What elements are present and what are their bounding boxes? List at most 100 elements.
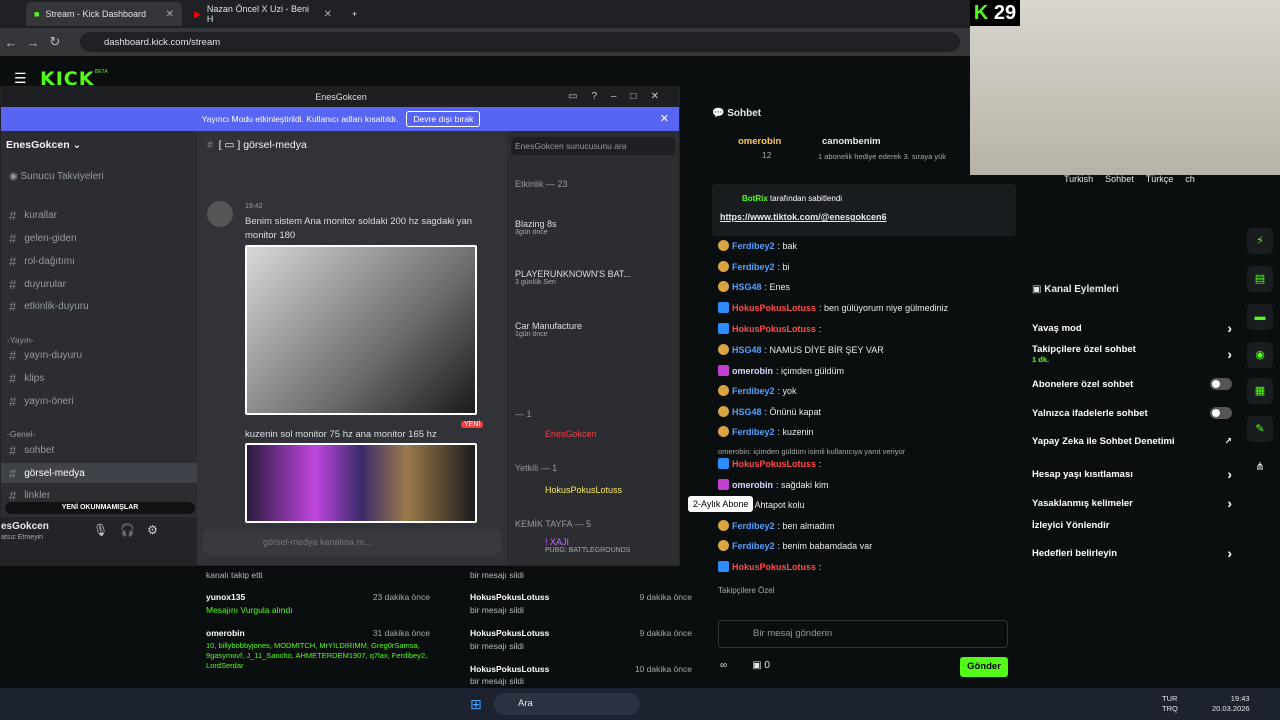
chat-username[interactable]: Ferdibey2 <box>732 262 775 272</box>
chat-username[interactable]: Ferdibey2 <box>732 386 775 396</box>
followers-only-row[interactable]: Takipçilere özel sohbet 1 dk. › <box>1032 344 1232 364</box>
clock[interactable]: 19:43 20.03.2026 <box>1212 694 1250 714</box>
feed-user[interactable]: yunox135 <box>206 592 245 602</box>
disable-streamer-mode-button[interactable]: Devre dışı bırak <box>406 111 481 127</box>
channel-etkinlik-duyuru[interactable]: # etkinlik-duyuru <box>1 296 197 316</box>
chat-icon[interactable]: ▬ <box>1247 304 1273 330</box>
badge-icon[interactable] <box>718 323 729 334</box>
back-icon[interactable]: ← <box>0 35 22 50</box>
layout-icon[interactable]: ▦ <box>1247 378 1273 404</box>
slow-mode-row[interactable]: Yavaş mod › <box>1032 320 1232 336</box>
banned-words-row[interactable]: Yasaklanmış kelimeler › <box>1032 495 1232 511</box>
close-icon[interactable]: ✕ <box>660 112 669 125</box>
chat-username[interactable]: HSG48 <box>732 282 762 292</box>
pinned-link[interactable]: https://www.tiktok.com/@enesgokcen6 <box>720 212 886 222</box>
channel-gelen-giden[interactable]: # gelen-giden <box>1 228 197 248</box>
chat-username[interactable]: Ferdibey2 <box>732 241 775 251</box>
taskbar-search[interactable]: Ara <box>494 693 640 715</box>
member-item[interactable]: HokusPokusLotuss <box>515 485 675 495</box>
chat-username[interactable]: HokusPokusLotuss <box>732 562 816 572</box>
search-input[interactable]: EnesGokcen sunucusunu ara <box>511 137 675 155</box>
tag[interactable]: Turkish <box>1064 174 1093 184</box>
chat-username[interactable]: HokusPokusLotuss <box>732 303 816 313</box>
close-icon[interactable]: ✕ <box>166 9 174 20</box>
member-item[interactable]: EnesGokcen <box>515 429 675 439</box>
feed-user[interactable]: HokusPokusLotuss <box>470 664 549 674</box>
ai-moderation-row[interactable]: Yapay Zeka ile Sohbet Denetimi ↗ <box>1032 436 1232 447</box>
badge-icon[interactable] <box>718 426 729 437</box>
gift-user[interactable]: canombenim <box>822 136 881 147</box>
feed-user[interactable]: HokusPokusLotuss <box>470 628 549 638</box>
channel-yayin-duyuru[interactable]: # yayın-duyuru <box>1 345 197 365</box>
chat-username[interactable]: Ferdibey2 <box>732 521 775 531</box>
reload-icon[interactable]: ↻ <box>44 34 66 50</box>
channel-sohbet[interactable]: # sohbet <box>1 440 197 460</box>
close-icon[interactable]: ✕ <box>324 9 332 20</box>
badge-icon[interactable] <box>718 385 729 396</box>
server-boost[interactable]: ◉ Sunucu Takviyeleri <box>9 171 104 182</box>
avatar[interactable] <box>207 201 233 227</box>
feed-user[interactable]: omerobin <box>206 628 245 638</box>
tag[interactable]: Türkçe <box>1146 174 1174 184</box>
send-button[interactable]: Gönder <box>960 657 1008 677</box>
language-indicator[interactable]: TUR TRQ <box>1162 694 1178 714</box>
badge-icon[interactable] <box>718 479 729 490</box>
tag[interactable]: Sohbet <box>1105 174 1134 184</box>
chat-username[interactable]: HokusPokusLotuss <box>732 459 816 469</box>
window-controls[interactable]: ▭?–□✕ <box>568 87 673 107</box>
badge-icon[interactable] <box>718 302 729 313</box>
chat-username[interactable]: HSG48 <box>732 345 762 355</box>
toggle[interactable] <box>1210 407 1232 419</box>
activity-item[interactable]: PLAYERUNKNOWN'S BAT... 3 günlük Seri <box>515 269 675 286</box>
category-yayin[interactable]: -Yayın- <box>7 335 34 345</box>
badge-icon[interactable] <box>718 281 729 292</box>
chat-username[interactable]: omerobin <box>732 366 773 376</box>
top-gifter[interactable]: omerobin <box>738 136 781 147</box>
user-name[interactable]: esGokcen <box>1 521 49 532</box>
chat-username[interactable]: omerobin <box>732 480 773 490</box>
activity-item[interactable]: Blazing 8s 3gün önce <box>515 219 675 236</box>
badge-icon[interactable] <box>718 261 729 272</box>
wrench-icon[interactable]: ✎ <box>1247 416 1273 442</box>
badge-icon[interactable] <box>718 540 729 551</box>
account-age-row[interactable]: Hesap yaşı kısıtlaması › <box>1032 466 1232 482</box>
channel-rol-dagitimi[interactable]: # rol-dağıtımı <box>1 251 197 271</box>
broadcast-icon[interactable]: ◉ <box>1247 342 1273 368</box>
channel-klips[interactable]: # klips <box>1 368 197 388</box>
badge-icon[interactable] <box>718 344 729 355</box>
channel-gorsel-medya[interactable]: # görsel-medya <box>1 463 197 483</box>
chat-input[interactable]: Bir mesaj gönderin <box>718 620 1008 648</box>
chat-username[interactable]: HSG48 <box>732 407 762 417</box>
badge-icon[interactable] <box>718 365 729 376</box>
channel-duyurular[interactable]: # duyurular <box>1 274 197 294</box>
badge-icon[interactable] <box>718 561 729 572</box>
category-genel[interactable]: -Genel- <box>7 429 35 439</box>
forward-icon[interactable]: → <box>22 35 44 50</box>
subscribers-only-row[interactable]: Abonelere özel sohbet <box>1032 378 1232 390</box>
menu-icon[interactable]: ☰ <box>14 70 27 87</box>
lightning-icon[interactable]: ⚡ <box>1247 228 1273 254</box>
new-tab-button[interactable]: + <box>344 2 364 26</box>
chat-username[interactable]: Ferdibey2 <box>732 427 775 437</box>
channel-yayin-oneri[interactable]: # yayın-öneri <box>1 391 197 411</box>
mic-headset-settings-icons[interactable]: 🎙🎧⚙ <box>93 523 170 537</box>
windows-start-icon[interactable]: ⊞ <box>470 696 482 713</box>
toggle[interactable] <box>1210 378 1232 390</box>
share-icon[interactable]: ⋔ <box>1247 454 1273 480</box>
badge-icon[interactable] <box>718 406 729 417</box>
feed-user[interactable]: HokusPokusLotuss <box>470 592 549 602</box>
emotes-only-row[interactable]: Yalnızca ifadelerle sohbet <box>1032 407 1232 419</box>
server-name[interactable]: EnesGokcen ⌄ <box>6 139 81 151</box>
clipboard-icon[interactable]: ▤ <box>1247 266 1273 292</box>
url-input[interactable]: dashboard.kick.com/stream <box>80 32 960 52</box>
goals-row[interactable]: Hedefleri belirleyin › <box>1032 545 1232 561</box>
raid-row[interactable]: İzleyici Yönlendir <box>1032 520 1232 531</box>
message-composer[interactable]: görsel-medya kanalına m... <box>203 529 501 555</box>
chat-username[interactable]: Ferdibey2 <box>732 541 775 551</box>
tag[interactable]: ch <box>1185 174 1195 184</box>
tab-youtube[interactable]: ▶ Nazan Öncel X Uzi - Beni H ✕ <box>186 2 340 26</box>
channel-kurallar[interactable]: # kurallar <box>1 205 197 225</box>
activity-item[interactable]: Car Manufacture 1gün önce <box>515 321 675 338</box>
unread-badge[interactable]: YENİ OKUNMAMIŞLAR <box>5 502 195 514</box>
badge-icon[interactable] <box>718 240 729 251</box>
